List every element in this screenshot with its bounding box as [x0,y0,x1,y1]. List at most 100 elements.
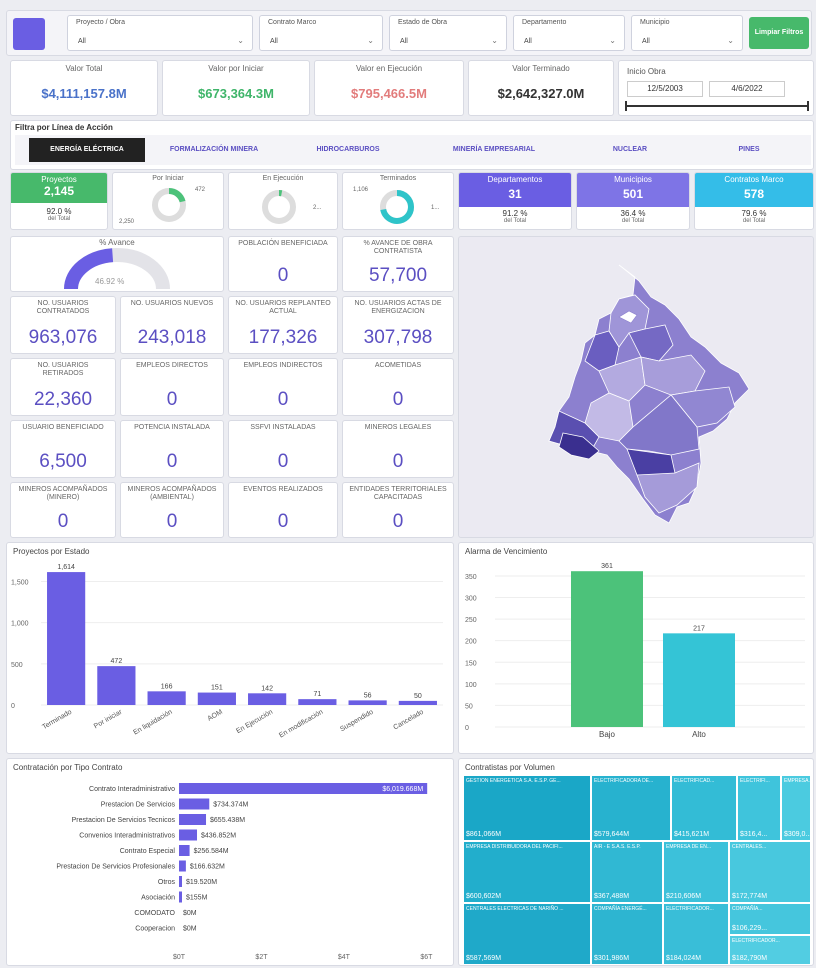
metric-value: 0 [166,511,178,532]
filter-bar: Proyecto / Obra All ⌄ Contrato Marco All… [6,10,812,56]
filter-proyecto[interactable]: Proyecto / Obra All ⌄ [67,15,253,51]
bar [179,860,186,872]
metric-label: NO. USUARIOS RETIRADOS [37,362,89,377]
metric-value: 177,326 [248,327,318,348]
metric-card: % AVANCE DE OBRA CONTRATISTA 57,700 [342,236,454,292]
kpi-contratos-label: Contratos Marco [724,175,784,184]
contratistas-title: Contratistas por Volumen [465,763,555,772]
tab-hidrocarburos[interactable]: HIDROCARBUROS [283,138,413,162]
treemap-tile[interactable]: EMPRESA... $309,0... [781,775,811,841]
treemap-tile[interactable]: GESTION ENERGETICA S.A. E.S.P. GE... $861… [463,775,591,841]
treemap-tile[interactable]: COMPAÑÍA... $106,229... [729,903,811,935]
metric-label: NO. USUARIOS CONTRATADOS [36,300,90,315]
kpi-en-ejecucion-value: 2... [313,205,322,211]
kpi-proyectos-header: Proyectos 2,145 [11,173,107,203]
kpi-contratos-header: Contratos Marco 578 [695,173,813,207]
kpi-proyectos-label: Proyectos [41,175,77,184]
filter-estado[interactable]: Estado de Obra All ⌄ [389,15,507,51]
map-card[interactable] [458,236,814,538]
x-tick-label: Alto [692,730,706,739]
filter-municipio[interactable]: Municipio All ⌄ [631,15,743,51]
x-tick-label: Terminado [41,709,73,731]
metric-label: NO. USUARIOS REPLANTEO ACTUAL [235,300,331,315]
value-terminado-label: Valor Terminado [512,64,570,73]
date-end-input[interactable]: 4/6/2022 [709,81,785,97]
treemap-tile-value: $106,229... [732,925,768,932]
tab-mineria-empresarial[interactable]: MINERÍA EMPRESARIAL [419,138,569,162]
kpi-por-iniciar-label: Por Iniciar [152,175,184,182]
data-label: $155M [186,895,208,902]
treemap-tile-value: $172,774M [732,893,768,900]
metric-value: 307,798 [363,327,433,348]
kpi-proyectos: Proyectos 2,145 92.0 % del Total [10,172,108,230]
metric-value: 0 [277,265,289,286]
proyectos-estado-card: Proyectos por Estado 0 500 1,000 1,500 1,614… [6,542,454,754]
data-label: 56 [364,692,372,699]
category-label: COMODATO [134,910,175,917]
treemap-tile[interactable]: EMPRESA DE EN... $210,606M [663,841,729,903]
kpi-departamentos: Departamentos 31 91.2 % del Total [458,172,572,230]
tab-formalizacion-minera[interactable]: FORMALIZACIÓN MINERA [149,138,279,162]
kpi-departamentos-value: 31 [508,187,522,201]
treemap-tile-value: $579,644M [594,831,630,838]
data-label: $655.438M [210,817,245,824]
date-start-input[interactable]: 12/5/2003 [627,81,703,97]
treemap-tile-name: ELECTRIFICAD... [674,778,715,784]
filter-contrato[interactable]: Contrato Marco All ⌄ [259,15,383,51]
treemap-tile[interactable]: ELECTRIFICADOR... $182,790M [729,935,811,965]
proyectos-estado-chart: 0 500 1,000 1,500 1,614 Terminado 472 Por inici… [11,564,443,739]
bar [248,693,287,705]
treemap-tile[interactable]: EMPRESA DISTRIBUIDORA DEL PACIFI... $600,… [463,841,591,903]
kpi-terminados-label: Terminados [379,175,417,182]
x-tick-label: Cancelado [392,709,425,732]
treemap-tile-name: EMPRESA DISTRIBUIDORA DEL PACIFI... [466,844,563,850]
treemap-tile[interactable]: ELECTRIFICAD... $415,621M [671,775,737,841]
treemap-tile-value: $182,790M [732,955,768,962]
tab-pines[interactable]: PINES [691,138,807,162]
bar [348,700,387,705]
metric-card: EMPLEOS INDIRECTOS 0 [228,358,338,416]
colombia-map[interactable] [459,237,815,539]
value-por-iniciar: $673,364.3M [198,85,274,101]
treemap-tile[interactable]: AIR - E S.A.S. E.S.P. $367,488M [591,841,663,903]
kpi-departamentos-header: Departamentos 31 [459,173,571,207]
metric-label: NO. USUARIOS ACTAS DE ENERGIZACION [354,300,442,315]
metric-value: 243,018 [137,327,207,348]
metric-value: 0 [166,451,178,472]
metric-label: NO. USUARIOS NUEVOS [130,300,214,307]
treemap-tile[interactable]: CENTRALES ELECTRICAS DE NARIÑO ... $587,5… [463,903,591,965]
filter-departamento[interactable]: Departamento All ⌄ [513,15,625,51]
date-slider-track [627,105,807,107]
kpi-departamentos-label: Departamentos [487,175,543,184]
bar [179,814,207,825]
treemap-tile[interactable]: CENTRALES... $172,774M [729,841,811,903]
treemap-tile[interactable]: COMPAÑÍA ENERGÉ... $301,986M [591,903,663,965]
category-label: Contrato Especial [120,848,176,855]
metric-label: EMPLEOS INDIRECTOS [243,362,323,369]
y-tick-label: 500 [11,662,23,669]
date-slider-end-handle[interactable] [807,101,809,111]
date-slider-start-handle[interactable] [625,101,627,111]
treemap-tile[interactable]: ELECTRIFICADOR... $184,024M [663,903,729,965]
kpi-contratos: Contratos Marco 578 79.6 % del Total [694,172,814,230]
treemap-tile-name: ELECTRIFI... [740,778,770,784]
metric-label: EVENTOS REALIZADOS [243,486,323,493]
metric-card: NO. USUARIOS CONTRATADOS 963,076 [10,296,116,354]
category-label: Convenios Interadministrativos [79,833,175,840]
clear-filters-button[interactable]: Limpiar Filtros [749,17,809,49]
y-tick-label: 350 [465,574,477,581]
kpi-proyectos-value: 2,145 [43,184,75,198]
tab-energia-electrica[interactable]: ENERGÍA ELÉCTRICA [29,138,145,162]
treemap-tile[interactable]: ELECTRIFICADORA DE... $579,644M [591,775,671,841]
kpi-terminados: Terminados 1,106 1... [342,172,454,230]
filter-municipio-label: Municipio [640,19,670,26]
tab-nuclear[interactable]: NUCLEAR [575,138,685,162]
metric-card: ENTIDADES TERRITORIALES CAPACITADAS 0 [342,482,454,538]
y-tick-label: 1,000 [11,621,29,628]
kpi-en-ejecucion-label: En Ejecución [262,175,304,182]
treemap-tile[interactable]: ELECTRIFI... $316,4... [737,775,781,841]
treemap-tile-value: $600,602M [466,893,502,900]
y-tick-label: 150 [465,660,477,667]
metric-card: NO. USUARIOS REPLANTEO ACTUAL 177,326 [228,296,338,354]
chevron-down-icon: ⌄ [367,36,374,45]
